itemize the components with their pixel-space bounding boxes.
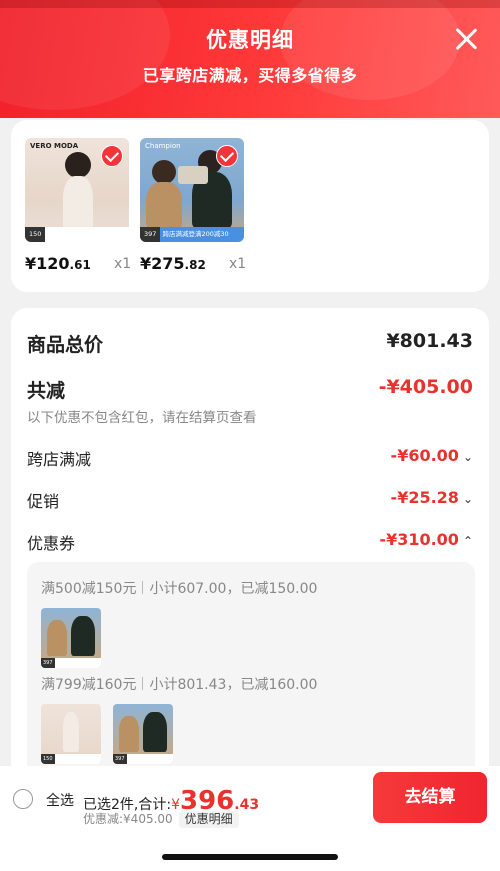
discount-label: 跨店满减 — [27, 450, 92, 469]
discount-value: -¥60.00 ⌄ — [390, 446, 473, 465]
discount-total-text: 优惠减:¥405.00 — [83, 812, 173, 826]
model-figure — [152, 160, 176, 184]
thumb-badge: 397 — [41, 658, 101, 668]
coupon-product-thumb[interactable]: 397 — [41, 608, 101, 668]
check-icon[interactable] — [101, 145, 123, 167]
header-peek-strip — [0, 0, 500, 8]
coupon-product-thumb[interactable]: 397 — [113, 704, 173, 764]
coupon-rule-line: 满799减160元 小计801.43，已减160.00 — [41, 674, 317, 694]
product-image[interactable]: Champion 397 跨店满减登满200减30 — [140, 138, 244, 242]
radio-prop — [178, 166, 208, 184]
checkout-bar: 全选 已选2件,合计:¥396.43 优惠减:¥405.00 优惠明细 去结算 — [0, 766, 500, 871]
model-figure — [65, 152, 91, 178]
total-reduce-label: 共减 — [27, 380, 66, 402]
selected-products-card: VERO MODA 150 ¥120.61 x1 Champion 397 跨店… — [11, 120, 489, 292]
page-title: 优惠明细 — [206, 28, 294, 52]
model-figure — [71, 616, 95, 656]
discount-summary: 优惠减:¥405.00 优惠明细 — [83, 810, 239, 828]
product-badge: 150 — [25, 227, 129, 242]
chevron-down-icon[interactable]: ⌄ — [463, 450, 473, 464]
model-figure — [146, 182, 182, 228]
badge-number: 150 — [25, 227, 46, 242]
total-price-label: 商品总价 — [27, 334, 104, 356]
coupon-rule: 满799减160元 — [41, 677, 137, 693]
brand-label: VERO MODA — [30, 142, 79, 150]
model-figure — [47, 620, 67, 656]
product-item[interactable]: Champion 397 跨店满减登满200减30 ¥275.82 x1 — [140, 138, 250, 273]
checkout-button[interactable]: 去结算 — [373, 772, 487, 823]
badge-number: 397 — [140, 227, 161, 242]
coupon-summary: 小计607.00，已减150.00 — [149, 581, 318, 597]
divider — [142, 677, 144, 690]
model-figure — [143, 712, 167, 752]
check-icon[interactable] — [216, 145, 238, 167]
product-qty: x1 — [114, 256, 132, 272]
select-all-label[interactable]: 全选 — [46, 790, 74, 810]
divider — [142, 581, 144, 594]
model-figure — [119, 716, 139, 752]
coupon-summary: 小计801.43，已减160.00 — [149, 677, 318, 693]
product-badge: 397 跨店满减登满200减30 — [140, 227, 244, 242]
close-icon[interactable] — [454, 27, 478, 51]
product-price: ¥275.82 — [140, 254, 206, 273]
chevron-down-icon[interactable]: ⌄ — [463, 492, 473, 506]
thumb-badge: 397 — [113, 754, 173, 764]
discount-label: 优惠券 — [27, 534, 76, 553]
page-subtitle: 已享跨店满减，买得多省得多 — [142, 66, 358, 85]
coupon-product-thumb[interactable]: 150 — [41, 704, 101, 764]
price-breakdown-card: 商品总价 ¥801.43 共减 -¥405.00 以下优惠不包含红包，请在结算页… — [11, 308, 489, 802]
thumb-badge: 150 — [41, 754, 101, 764]
coupon-rule-line: 满500减150元 小计607.00，已减150.00 — [41, 578, 317, 598]
promo-text: 跨店满减登满200减30 — [162, 230, 229, 238]
chevron-up-icon[interactable]: ⌃ — [463, 534, 473, 548]
header-decor — [0, 0, 170, 110]
product-qty: x1 — [229, 256, 247, 272]
total-price-value: ¥801.43 — [386, 330, 473, 352]
discount-value: -¥25.28 ⌄ — [390, 488, 473, 507]
discount-detail-button[interactable]: 优惠明细 — [178, 811, 239, 828]
discount-label: 促销 — [27, 492, 60, 511]
discount-note: 以下优惠不包含红包，请在结算页查看 — [27, 410, 257, 426]
model-figure — [63, 712, 79, 752]
total-reduce-value: -¥405.00 — [378, 376, 473, 398]
select-all-radio[interactable] — [13, 789, 33, 809]
discount-value: -¥310.00 ⌃ — [379, 530, 473, 549]
product-image[interactable]: VERO MODA 150 — [25, 138, 129, 242]
model-figure — [63, 176, 93, 230]
product-item[interactable]: VERO MODA 150 ¥120.61 x1 — [25, 138, 135, 273]
discount-header: 优惠明细 已享跨店满减，买得多省得多 — [0, 0, 500, 118]
coupon-rule: 满500减150元 — [41, 581, 137, 597]
brand-label: Champion — [145, 142, 181, 150]
home-indicator — [162, 854, 338, 860]
product-price: ¥120.61 — [25, 254, 91, 273]
